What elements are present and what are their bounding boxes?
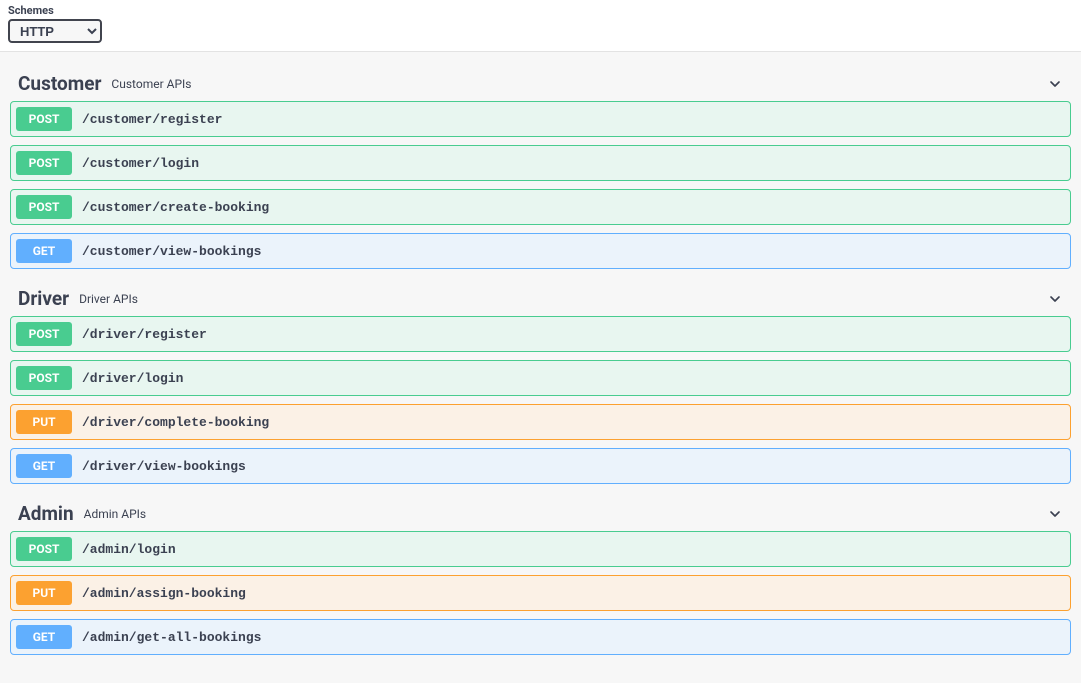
tag-name: Admin [18,502,74,525]
operation-row[interactable]: POST /admin/login [10,531,1071,567]
chevron-down-icon [1047,506,1063,522]
method-badge-get: GET [16,239,72,263]
tag-description: Admin APIs [84,507,147,521]
method-badge-post: POST [16,366,72,390]
method-badge-put: PUT [16,581,72,605]
tag-section-admin: Admin Admin APIs POST /admin/login PUT /… [10,492,1071,655]
tag-section-customer: Customer Customer APIs POST /customer/re… [10,62,1071,269]
schemes-select[interactable]: HTTP [8,19,102,43]
operation-row[interactable]: POST /customer/login [10,145,1071,181]
operation-path: /admin/assign-booking [82,586,246,601]
method-badge-post: POST [16,195,72,219]
operation-row[interactable]: PUT /admin/assign-booking [10,575,1071,611]
operation-path: /customer/register [82,112,222,127]
tag-section-driver: Driver Driver APIs POST /driver/register… [10,277,1071,484]
operation-row[interactable]: GET /customer/view-bookings [10,233,1071,269]
operation-path: /driver/register [82,327,207,342]
operation-path: /customer/view-bookings [82,244,261,259]
operation-row[interactable]: GET /driver/view-bookings [10,448,1071,484]
operation-path: /driver/complete-booking [82,415,269,430]
operation-path: /customer/login [82,156,199,171]
operation-path: /customer/create-booking [82,200,269,215]
operation-row[interactable]: PUT /driver/complete-booking [10,404,1071,440]
operation-path: /driver/view-bookings [82,459,246,474]
operations-container: Customer Customer APIs POST /customer/re… [0,51,1081,683]
method-badge-post: POST [16,151,72,175]
operation-row[interactable]: POST /customer/register [10,101,1071,137]
chevron-down-icon [1047,291,1063,307]
operation-path: /driver/login [82,371,183,386]
tag-header-customer[interactable]: Customer Customer APIs [10,62,1071,101]
tag-header-admin[interactable]: Admin Admin APIs [10,492,1071,531]
method-badge-get: GET [16,454,72,478]
tag-name: Customer [18,72,101,95]
method-badge-post: POST [16,537,72,561]
tag-description: Customer APIs [111,77,191,91]
operation-row[interactable]: POST /customer/create-booking [10,189,1071,225]
operation-row[interactable]: GET /admin/get-all-bookings [10,619,1071,655]
schemes-section: Schemes HTTP [0,0,1081,51]
method-badge-post: POST [16,322,72,346]
method-badge-post: POST [16,107,72,131]
operation-path: /admin/login [82,542,176,557]
method-badge-get: GET [16,625,72,649]
schemes-label: Schemes [8,4,1073,17]
chevron-down-icon [1047,76,1063,92]
operation-row[interactable]: POST /driver/register [10,316,1071,352]
tag-header-driver[interactable]: Driver Driver APIs [10,277,1071,316]
operation-path: /admin/get-all-bookings [82,630,261,645]
tag-description: Driver APIs [79,292,138,306]
tag-name: Driver [18,287,69,310]
operation-row[interactable]: POST /driver/login [10,360,1071,396]
method-badge-put: PUT [16,410,72,434]
